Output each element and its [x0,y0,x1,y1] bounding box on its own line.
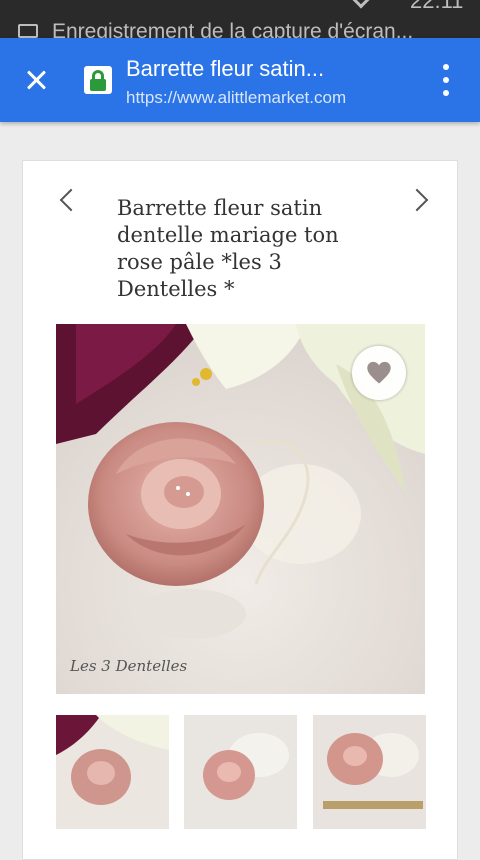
chevron-right-icon[interactable] [401,181,441,221]
thumbnail-3[interactable] [313,715,426,829]
photo-watermark: Les 3 Dentelles [70,657,188,675]
browser-toolbar: Barrette fleur satin... https://www.alit… [0,38,480,122]
close-icon[interactable] [16,60,56,100]
thumbnail-photo-1 [56,715,169,829]
status-bar: Enregistrement de la capture d'écran... … [0,0,480,38]
screenshot-icon [18,24,38,38]
more-vert-icon[interactable] [432,62,460,98]
url-text[interactable]: https://www.alittlemarket.com [126,88,346,108]
page-title[interactable]: Barrette fleur satin... [126,56,324,82]
thumbnail-photo-2 [184,715,297,829]
product-title: Barrette fleur satin dentelle mariage to… [117,196,339,301]
clock: 22:11 [410,0,464,13]
favorite-button[interactable] [352,346,406,400]
heart-icon [367,361,391,384]
notification-text: Enregistrement de la capture d'écran... [52,20,414,38]
lock-icon[interactable] [84,66,112,94]
thumbnail-2[interactable] [184,715,297,829]
signal-icon [352,0,370,9]
product-card: Barrette fleur satin dentelle mariage to… [22,160,458,860]
product-main-image[interactable]: Les 3 Dentelles [56,324,425,694]
chevron-left-icon[interactable] [49,181,89,221]
thumbnail-photo-3 [313,715,426,829]
thumbnail-1[interactable] [56,715,169,829]
